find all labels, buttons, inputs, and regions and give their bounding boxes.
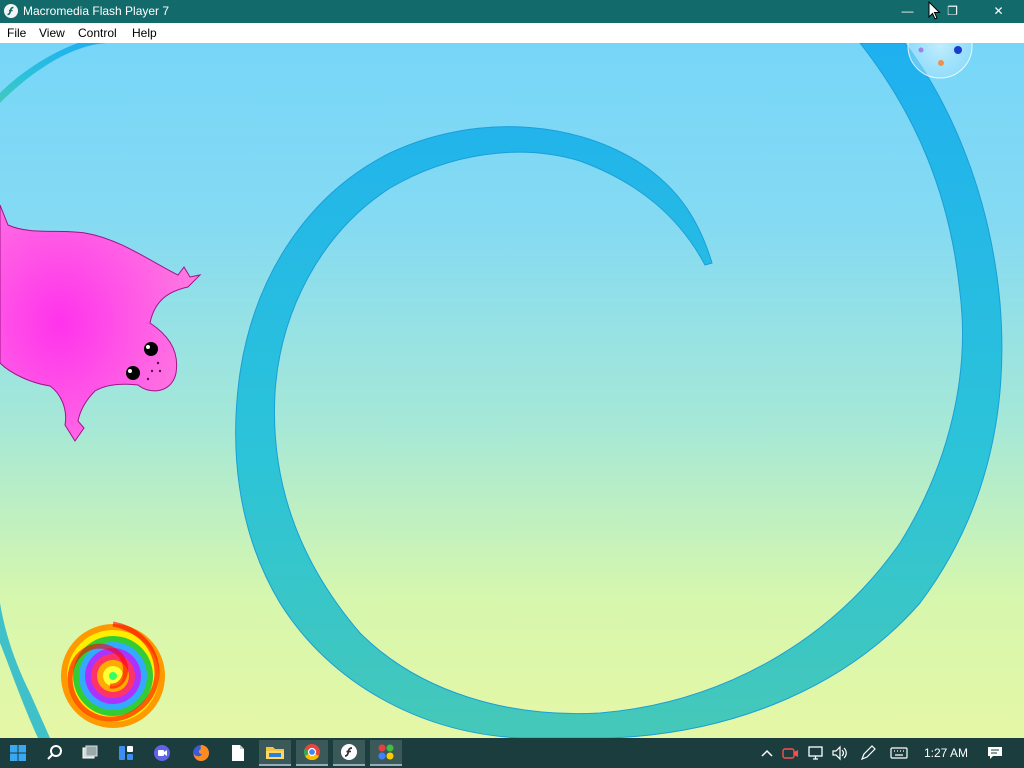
- pen-icon[interactable]: [859, 744, 877, 762]
- colorful-app-icon[interactable]: [370, 740, 402, 766]
- chevron-up-icon[interactable]: [758, 744, 776, 762]
- chrome-icon[interactable]: [296, 740, 328, 766]
- menu-bar: File View Control Help: [0, 23, 1024, 44]
- document-icon[interactable]: [224, 740, 252, 766]
- window-title: Macromedia Flash Player 7: [23, 4, 170, 18]
- rainbow-swirl: [61, 621, 165, 728]
- menu-control[interactable]: Control: [78, 26, 117, 40]
- keyboard-icon[interactable]: [890, 744, 908, 762]
- volume-icon[interactable]: [831, 744, 849, 762]
- flash-player-icon[interactable]: [333, 740, 365, 766]
- taskbar: 1:27 AM: [0, 738, 1024, 768]
- teams-chat-icon[interactable]: [148, 740, 176, 766]
- file-explorer-icon[interactable]: [259, 740, 291, 766]
- task-view-icon[interactable]: [76, 740, 104, 766]
- notification-icon[interactable]: [986, 744, 1004, 762]
- flash-app-icon: [4, 4, 18, 18]
- menu-help[interactable]: Help: [132, 26, 157, 40]
- firefox-icon[interactable]: [187, 740, 215, 766]
- network-icon[interactable]: [807, 744, 825, 762]
- taskbar-clock[interactable]: 1:27 AM: [924, 746, 968, 760]
- menu-file[interactable]: File: [7, 26, 26, 40]
- flash-stage[interactable]: [0, 43, 1024, 738]
- search-icon[interactable]: [41, 740, 69, 766]
- mouse-cursor-icon: [928, 1, 941, 20]
- title-bar: Macromedia Flash Player 7 — ❐ ✕: [0, 0, 1024, 23]
- windows-start-icon[interactable]: [4, 740, 32, 766]
- close-button[interactable]: ✕: [976, 0, 1021, 23]
- minimize-button[interactable]: —: [885, 0, 930, 23]
- pink-creature: [0, 204, 202, 442]
- camera-icon[interactable]: [782, 744, 800, 762]
- widgets-icon[interactable]: [112, 740, 140, 766]
- menu-view[interactable]: View: [39, 26, 65, 40]
